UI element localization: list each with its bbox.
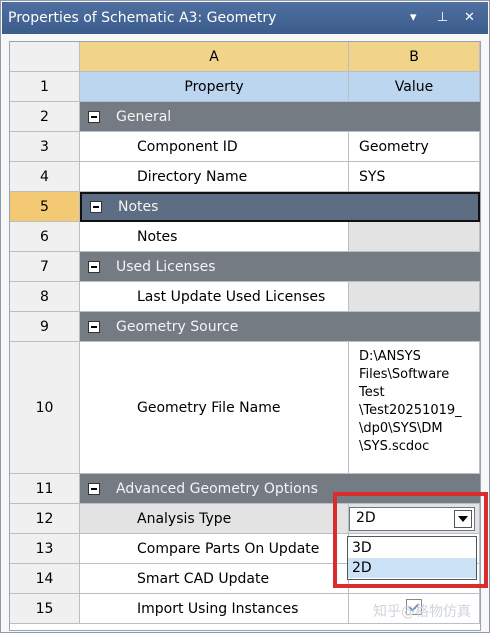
path-line: Files\Software [359,367,450,382]
value-header: Value [349,72,480,102]
property-label: Notes [80,222,349,252]
corner-cell [10,42,80,72]
row-number[interactable]: 8 [10,282,80,312]
collapse-icon[interactable] [88,320,100,333]
column-a-header[interactable]: A [80,42,349,72]
property-value-multiline[interactable]: D:\ANSYS Files\Software Test \Test202510… [349,342,480,474]
column-b-header[interactable]: B [349,42,480,72]
collapse-icon[interactable] [88,482,100,495]
column-header-row: A B [10,42,480,72]
row-number[interactable]: 12 [10,504,80,534]
property-label: Analysis Type [80,504,349,534]
property-header: Property [80,72,349,102]
group-label: Advanced Geometry Options [116,480,318,497]
table-row: 8 Last Update Used Licenses [10,282,480,312]
collapse-icon[interactable] [90,201,102,213]
path-line: Test [359,385,385,400]
dropdown-option-2d[interactable]: 2D [348,558,476,578]
group-row-used-licenses: 7 Used Licenses [10,252,480,282]
path-line: \SYS.scdoc [359,439,430,454]
path-line: \dp0\SYS\DM [359,421,443,436]
property-value[interactable]: Geometry [349,132,480,162]
collapse-icon[interactable] [88,110,100,123]
property-label: Import Using Instances [80,594,349,624]
row-number[interactable]: 14 [10,564,80,594]
group-row-general: 2 General [10,102,480,132]
pin-icon[interactable]: ⊥ [437,2,448,34]
group-label: Notes [118,199,159,215]
chevron-down-icon[interactable] [454,510,472,528]
table-row: 4 Directory Name SYS [10,162,480,192]
row-number[interactable]: 4 [10,162,80,192]
analysis-type-select[interactable]: 2D [349,507,475,531]
property-label: Directory Name [80,162,349,192]
group-row-geometry-source: 9 Geometry Source [10,312,480,342]
group-general[interactable]: General [80,102,480,132]
property-value[interactable]: SYS [349,162,480,192]
path-line: \Test20251019_ [359,403,462,418]
group-advanced-geometry-options[interactable]: Advanced Geometry Options [80,474,480,504]
property-label: Last Update Used Licenses [80,282,349,312]
table-row: 3 Component ID Geometry [10,132,480,162]
table-row: 10 Geometry File Name D:\ANSYS Files\Sof… [10,342,480,474]
property-value[interactable] [349,222,480,252]
collapse-icon[interactable] [88,260,100,273]
row-number[interactable]: 10 [10,342,80,474]
property-label: Component ID [80,132,349,162]
property-value[interactable] [349,282,480,312]
row-number[interactable]: 6 [10,222,80,252]
property-label: Smart CAD Update [80,564,349,594]
row-number[interactable]: 1 [10,72,80,102]
group-notes[interactable]: Notes [80,192,480,222]
group-row-notes: 5 Notes [10,192,480,222]
path-line: D:\ANSYS [359,349,421,364]
row-number[interactable]: 13 [10,534,80,564]
group-label: General [116,108,172,125]
row-number[interactable]: 11 [10,474,80,504]
property-label: Geometry File Name [80,342,349,474]
table-row: 6 Notes [10,222,480,252]
group-geometry-source[interactable]: Geometry Source [80,312,480,342]
row-number[interactable]: 3 [10,132,80,162]
watermark: 知乎@格物仿真 [373,604,471,620]
panel-title: Properties of Schematic A3: Geometry [8,10,277,26]
dropdown-option-3d[interactable]: 3D [348,538,476,558]
row-number[interactable]: 5 [10,192,80,222]
row-number[interactable]: 15 [10,594,80,624]
group-used-licenses[interactable]: Used Licenses [80,252,480,282]
row-number[interactable]: 2 [10,102,80,132]
group-label: Geometry Source [116,318,239,335]
property-label: Compare Parts On Update [80,534,349,564]
analysis-type-dropdown: 3D 2D [347,536,477,580]
row-number[interactable]: 7 [10,252,80,282]
table-row: 1 Property Value [10,72,480,102]
row-number[interactable]: 9 [10,312,80,342]
selected-value: 2D [356,510,376,526]
group-row-advanced: 11 Advanced Geometry Options [10,474,480,504]
group-label: Used Licenses [116,258,216,275]
properties-panel: Properties of Schematic A3: Geometry ▾ ⊥… [0,0,490,633]
panel-title-bar: Properties of Schematic A3: Geometry ▾ ⊥… [2,2,488,34]
dropdown-menu-icon[interactable]: ▾ [410,2,417,34]
close-icon[interactable]: ✕ [464,2,475,34]
